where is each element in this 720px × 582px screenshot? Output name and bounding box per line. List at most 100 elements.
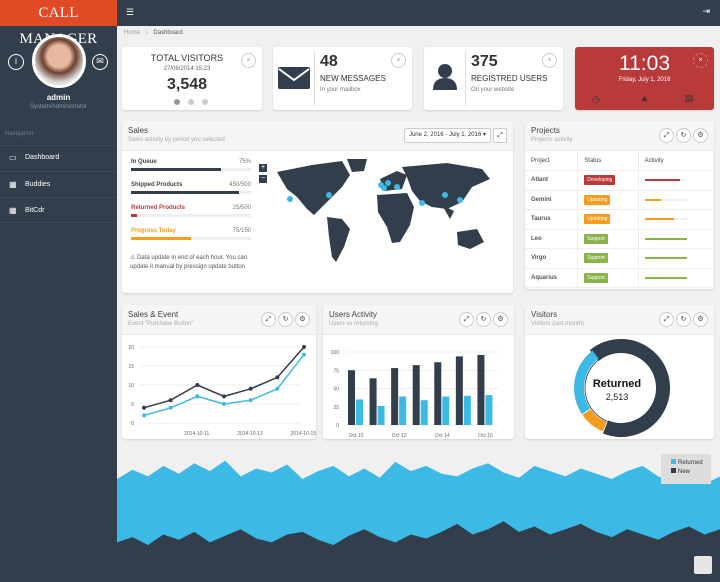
y-tick-label: 15 [128,364,134,370]
data-point [302,345,306,349]
messages-card: 48 NEW MESSAGES In your mailbox × [273,47,412,110]
envelope-icon [278,67,310,89]
table-row[interactable]: Taurus Updating [525,209,715,230]
monitor-icon: ▭ [9,153,17,162]
gear-icon[interactable]: ⚙ [493,312,508,327]
refresh-icon[interactable]: ↻ [676,128,691,143]
sidebar-item-bitcdr[interactable]: ▦ BitCdr [0,197,117,223]
progress-bar [131,237,251,240]
table-row[interactable]: Aquarius Support [525,268,715,288]
info-icon[interactable]: i [8,54,24,70]
expand-icon[interactable]: ⤢ [459,312,474,327]
table-icon: ▦ [9,206,17,215]
activity-bar [644,179,687,182]
status-badge: Support [584,253,608,264]
bell-icon[interactable]: ▲ [640,93,649,103]
y-tick-label: 20 [128,345,134,351]
status-badge: Developing [584,175,616,186]
map-zoom-in[interactable]: + [259,164,267,172]
sidebar-item-buddies[interactable]: ▦ Buddies [0,171,117,197]
x-tick-label: 2014-10-11 [184,431,209,437]
sales-panel: Sales Sales activity by period you select… [122,121,513,293]
visitors-value: 3,548 [166,76,208,93]
table-row[interactable]: Gemini Updating [525,190,715,210]
y-tick-label: 0 [131,421,134,427]
app-logo[interactable]: CALL MANAGER [0,0,117,47]
activity-bar [644,198,687,201]
close-button[interactable]: × [391,53,406,68]
donut-center-label: Returned [593,378,641,390]
users-activity-panel: Users Activity Users vs returning ⤢ ↻ ⚙ 0 25… [323,305,514,439]
series-line [143,346,305,409]
y-tick-label: 10 [128,383,134,389]
sign-out-icon[interactable]: ⇥ [702,6,710,17]
donut-center-value: 2,513 [606,392,629,402]
bar [455,356,463,425]
clock-card: 11:03 Friday, July 1, 2016 ◷ ▲ ▤ × [575,47,714,110]
world-map[interactable] [272,157,497,267]
status-badge: Updating [584,214,611,225]
y-tick-label: 5 [131,402,134,408]
status-badge: Support [584,233,608,244]
expand-icon[interactable]: ⤢ [261,312,276,327]
gear-icon[interactable]: ⚙ [693,128,708,143]
status-badge: Updating [584,194,611,205]
calendar-icon[interactable]: ▤ [685,93,694,104]
bar [477,354,485,425]
expand-icon[interactable]: ⤢ [493,128,507,143]
data-point [275,375,280,380]
table-icon: ▦ [9,180,17,189]
profile-role: System/Administrator [29,104,87,110]
close-button[interactable]: × [241,53,256,68]
data-point [142,413,146,418]
sidebar-item-dashboard[interactable]: ▭ Dashboard [0,145,117,171]
scroll-to-top-button[interactable] [694,556,712,574]
sales-event-panel: Sales & Event Event "Purchase Button" ⤢ ↻ ⚙… [122,305,316,439]
date-range-picker[interactable]: June 2, 2016 - July 1, 2016 ▾ [403,128,491,143]
users-bar-chart: 0 25 50 75 100 Oct 10 Oct 12 Oct 14 Oct 16 [331,350,498,437]
progress-list: In Queue 75% Shipped Products 450/500 Return… [131,159,251,251]
close-button[interactable]: × [693,53,708,68]
bar [356,399,363,425]
breadcrumb: Home › Dashboard [124,30,183,36]
total-visitors-card: TOTAL VISITORS 27/08/2014 15:23 3,548 × [122,47,262,110]
carousel-dots[interactable] [174,99,208,105]
bar [485,395,493,425]
gear-icon[interactable]: ⚙ [295,312,310,327]
bar [369,378,377,425]
data-point [222,394,226,399]
update-note: ⚠ Data update in end of each hour. You c… [130,255,248,270]
x-tick-label: Oct 16 [478,433,493,437]
area-legend: Returned New [661,454,711,484]
table-row[interactable]: Leo Support [525,229,715,249]
map-zoom-out[interactable]: − [259,175,267,183]
y-tick-label: 100 [331,350,340,356]
table-row[interactable]: Atlant Developing [525,170,715,191]
profile-name: admin [46,93,71,102]
gear-icon[interactable]: ⚙ [693,312,708,327]
table-row[interactable]: Virgo Support [525,248,715,269]
breadcrumb-home[interactable]: Home [124,30,140,36]
activity-bar [644,276,687,279]
envelope-icon[interactable]: ✉ [92,54,108,70]
data-point [195,383,200,387]
refresh-icon[interactable]: ↻ [278,312,293,327]
progress-bar [131,191,251,194]
clock-icon[interactable]: ◷ [592,94,600,105]
top-bar: ☰ ⇥ [117,0,720,26]
close-button[interactable]: × [542,53,557,68]
refresh-icon[interactable]: ↻ [476,312,491,327]
expand-icon[interactable]: ⤢ [659,128,674,143]
refresh-icon[interactable]: ↻ [676,312,691,327]
visitors-panel: Visitors Visitors (last month) ⤢ ↻ ⚙ Return… [525,305,714,439]
progress-bar [131,214,251,217]
bar [391,368,399,425]
bar [399,396,407,425]
legend-new[interactable]: New [665,468,707,477]
data-point [168,398,173,403]
bar [412,365,420,425]
legend-returned[interactable]: Returned [665,459,707,468]
sales-line-chart: 0 5 10 15 20 2014-10-11 2014-10-13 2014-10-15 [128,345,316,437]
expand-icon[interactable]: ⤢ [659,312,674,327]
hamburger-icon[interactable]: ☰ [126,7,134,18]
